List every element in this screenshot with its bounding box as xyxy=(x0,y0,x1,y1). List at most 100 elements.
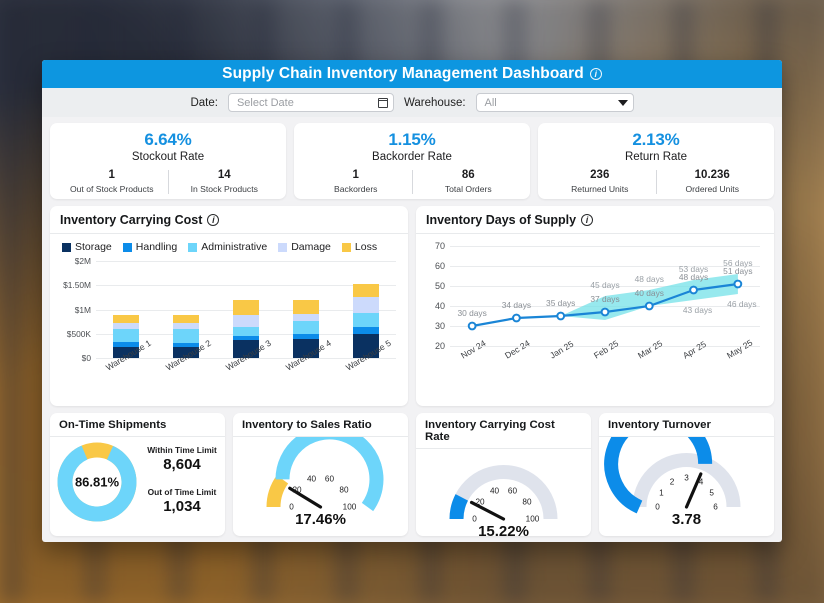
bar-segment-administrative[interactable] xyxy=(173,329,199,343)
legend-swatch xyxy=(341,242,351,252)
kpi-value: 6.64% xyxy=(144,130,192,149)
gauge-tick-label: 1 xyxy=(659,488,664,497)
y-axis-tick-label: $1.50M xyxy=(63,280,91,291)
bar-segment-damage[interactable] xyxy=(353,297,379,314)
gauge-tick-label: 2 xyxy=(669,477,675,487)
bar-chart-plot: $0 $500K $1M $1.50M $2M Warehouse 1 Warehouse … xyxy=(50,253,406,406)
page-title: Supply Chain Inventory Management Dashbo… xyxy=(222,65,584,82)
legend-label: Loss xyxy=(354,241,378,253)
legend-item-administrative[interactable]: Administrative xyxy=(188,241,267,253)
kpi-row: 6.64% Stockout Rate 1 Out of Stock Produ… xyxy=(50,123,774,199)
gauge-value: 15.22% xyxy=(478,523,529,540)
date-filter-label: Date: xyxy=(190,96,218,109)
kpi-left-number: 1 xyxy=(108,169,115,181)
bar-segment-loss[interactable] xyxy=(293,299,319,315)
gauge-title: Inventory to Sales Ratio xyxy=(233,413,408,437)
warehouse-select[interactable]: All xyxy=(475,93,634,112)
bar-segment-damage[interactable] xyxy=(233,315,259,328)
gauge-card-inventory-turnover: Inventory Turnover 0 1 2 3 4 5 6 3.78 xyxy=(599,413,774,536)
legend-swatch xyxy=(62,242,71,252)
warehouse-select-value: All xyxy=(484,96,497,109)
warehouse-filter-label: Warehouse: xyxy=(403,96,466,109)
legend-swatch xyxy=(278,242,288,252)
bar-segment-administrative[interactable] xyxy=(293,320,319,334)
title-info-icon[interactable]: i xyxy=(589,68,602,80)
card-info-icon[interactable]: i xyxy=(207,214,220,226)
date-input-value: Select Date xyxy=(236,96,294,109)
kpi-value: 1.15% xyxy=(388,130,436,149)
gauge-tick-label: 20 xyxy=(292,485,302,495)
kpi-card-stockout-rate: 6.64% Stockout Rate 1 Out of Stock Produ… xyxy=(50,123,286,199)
kpi-right-label: Ordered Units xyxy=(685,184,740,194)
kpi-left-label: Out of Stock Products xyxy=(69,184,154,194)
chart-row: Inventory Carrying Cost i Storage Handlin… xyxy=(50,206,774,406)
calendar-icon xyxy=(377,97,388,108)
line-point-label: 40 days xyxy=(634,288,664,298)
card-header: Inventory Carrying Cost i xyxy=(50,206,408,234)
kpi-right-label: In Stock Products xyxy=(190,184,258,194)
legend-swatch xyxy=(122,242,132,252)
kpi-title: Backorder Rate xyxy=(372,151,452,163)
band-upper-label: 56 days xyxy=(723,258,753,268)
kpi-card-backorder-rate: 1.15% Backorder Rate 1 Backorders 86 Tot… xyxy=(294,123,530,199)
card-title: Inventory Days of Supply xyxy=(426,213,577,227)
donut-segment-value: 8,604 xyxy=(163,456,201,473)
gauge-chart: 0 1 2 3 4 5 6 3.78 xyxy=(599,437,774,531)
card-header: Inventory Days of Supply i xyxy=(416,206,774,234)
gauge-tick-label: 60 xyxy=(507,486,518,496)
filter-bar: Date: Select Date Warehouse: All xyxy=(42,88,782,117)
line-point-label: 35 days xyxy=(546,298,576,308)
bar-segment-damage[interactable] xyxy=(113,322,139,330)
band-lower-label: 46 days xyxy=(727,299,757,309)
donut-segment-label: Out of Time Limit xyxy=(147,487,217,497)
legend-item-storage[interactable]: Storage xyxy=(62,241,112,253)
chart-legend: Storage Handling Administrative Damage Loss xyxy=(50,234,408,253)
gauge-chart: 0 20 40 60 80 100 17.46% xyxy=(233,437,408,531)
legend-item-handling[interactable]: Handling xyxy=(122,241,177,253)
kpi-left-label: Backorders xyxy=(334,184,378,194)
gauge-value: 3.78 xyxy=(671,511,702,528)
gauge-tick-label: 4 xyxy=(698,477,704,487)
gauge-title: On-Time Shipments xyxy=(50,413,225,437)
bar-segment-loss[interactable] xyxy=(233,299,259,316)
kpi-title: Stockout Rate xyxy=(131,151,205,163)
date-input[interactable]: Select Date xyxy=(227,93,394,112)
gauge-tick-label: 5 xyxy=(709,488,714,497)
gridline xyxy=(96,285,396,287)
inventory-days-of-supply-card: Inventory Days of Supply i 20 30 40 50 60 70 3… xyxy=(416,206,774,406)
gauge-tick-label: 20 xyxy=(475,497,485,507)
bar-segment-loss[interactable] xyxy=(113,314,139,323)
bar-segment-administrative[interactable] xyxy=(353,313,379,328)
gauge-tick-label: 3 xyxy=(684,473,689,483)
gauge-title: Inventory Carrying Cost Rate xyxy=(416,413,591,449)
line-chart-plot: 20 30 40 50 60 70 30 days 34 days 35 days 37 days… xyxy=(416,234,772,394)
gauge-chart: 0 20 40 60 80 100 15.22% xyxy=(416,449,591,542)
kpi-right-number: 86 xyxy=(461,169,475,181)
card-info-icon[interactable]: i xyxy=(581,214,594,226)
legend-label: Storage xyxy=(75,241,112,253)
gauge-tick-label: 60 xyxy=(324,474,335,484)
bar-segment-loss[interactable] xyxy=(353,283,379,298)
bar-segment-administrative[interactable] xyxy=(233,327,259,336)
kpi-left-number: 1 xyxy=(352,169,359,181)
kpi-right-label: Total Orders xyxy=(444,184,492,194)
kpi-card-return-rate: 2.13% Return Rate 236 Returned Units 10.… xyxy=(538,123,774,199)
dashboard-window: Supply Chain Inventory Management Dashbo… xyxy=(42,60,782,542)
donut-chart: 86.81% Within Time Limit 8,604 Out of Time … xyxy=(50,437,225,531)
donut-legend: Within Time Limit 8,604 Out of Time Limit 1… xyxy=(138,445,226,515)
line-point-label: 34 days xyxy=(501,300,532,310)
bar-segment-loss[interactable] xyxy=(173,314,199,323)
donut-segment-label: Within Time Limit xyxy=(147,445,217,455)
gauge-tick-label: 40 xyxy=(306,474,317,484)
legend-item-damage[interactable]: Damage xyxy=(278,241,331,253)
legend-item-loss[interactable]: Loss xyxy=(341,241,378,253)
gauge-row: On-Time Shipments 86.81% Within Time Limi… xyxy=(50,413,774,540)
gauge-tick-label: 80 xyxy=(522,497,532,507)
bar-segment-damage[interactable] xyxy=(173,322,199,330)
y-axis-tick-label: $500K xyxy=(66,328,91,339)
gridline xyxy=(96,261,396,262)
y-axis-tick-label: $1M xyxy=(74,304,91,315)
bar-segment-administrative[interactable] xyxy=(113,329,139,342)
legend-label: Administrative xyxy=(201,241,268,253)
kpi-right-number: 14 xyxy=(217,169,231,181)
